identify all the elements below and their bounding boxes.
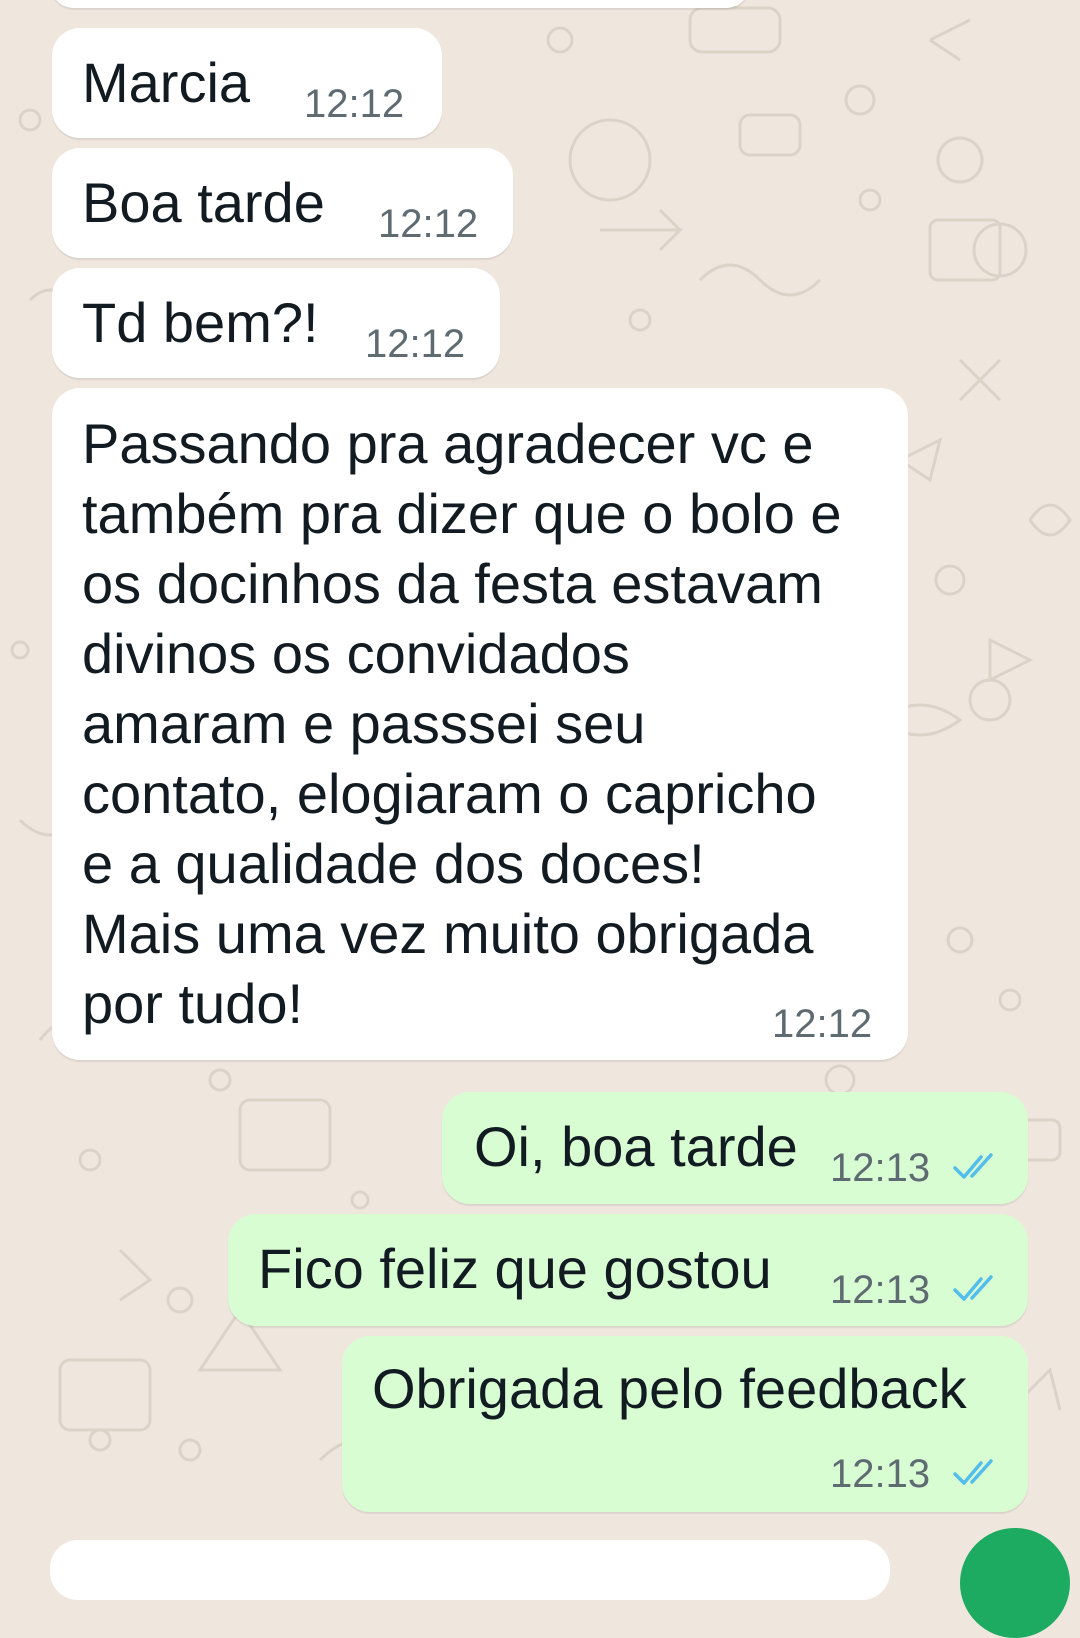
message-timestamp: 12:12 bbox=[772, 1002, 873, 1046]
message-text-line: e a qualidade dos doces! bbox=[82, 832, 705, 895]
message-text: Boa tarde bbox=[82, 171, 325, 234]
message-bubble-outgoing[interactable]: Fico feliz que gostou 12:13 bbox=[228, 1214, 1028, 1326]
message-timestamp: 12:12 bbox=[378, 202, 479, 246]
message-timestamp: 12:12 bbox=[304, 82, 405, 126]
message-bubble-incoming[interactable]: Boa tarde 12:12 bbox=[52, 148, 513, 258]
double-check-read-icon bbox=[953, 1459, 993, 1485]
message-bubble-outgoing[interactable]: Obrigada pelo feedback 12:13 bbox=[342, 1336, 1028, 1512]
message-text-line: amaram e passsei seu bbox=[82, 692, 646, 755]
message-bubble-incoming[interactable]: Passando pra agradecer vc e também pra d… bbox=[52, 388, 908, 1060]
message-bubble-incoming[interactable]: Marcia 12:12 bbox=[52, 28, 442, 138]
message-input-bar-partial[interactable] bbox=[50, 1540, 890, 1600]
send-button-partial[interactable] bbox=[960, 1528, 1070, 1638]
message-timestamp: 12:13 bbox=[830, 1146, 931, 1190]
message-text-line: por tudo! bbox=[82, 972, 304, 1035]
message-bubble-incoming[interactable]: Td bem?! 12:12 bbox=[52, 268, 500, 378]
message-text-line: Mais uma vez muito obrigada bbox=[82, 902, 814, 965]
message-text: Oi, boa tarde bbox=[474, 1115, 798, 1178]
message-text: Marcia bbox=[82, 51, 251, 114]
message-text-line: os docinhos da festa estavam bbox=[82, 552, 823, 615]
message-text-line: Passando pra agradecer vc e bbox=[82, 412, 814, 475]
previous-message-bubble-partial bbox=[50, 0, 750, 8]
double-check-read-icon bbox=[953, 1275, 993, 1301]
message-text-line: divinos os convidados bbox=[82, 622, 630, 685]
message-bubble-outgoing[interactable]: Oi, boa tarde 12:13 bbox=[442, 1092, 1028, 1204]
message-text-line: também pra dizer que o bolo e bbox=[82, 482, 842, 545]
message-timestamp: 12:12 bbox=[365, 322, 466, 366]
message-text-line: contato, elogiaram o capricho bbox=[82, 762, 817, 825]
message-timestamp: 12:13 bbox=[830, 1452, 931, 1496]
message-timestamp: 12:13 bbox=[830, 1268, 931, 1312]
message-text: Fico feliz que gostou bbox=[258, 1237, 772, 1300]
message-text: Obrigada pelo feedback bbox=[372, 1357, 967, 1420]
message-text: Td bem?! bbox=[82, 291, 319, 354]
double-check-read-icon bbox=[953, 1153, 993, 1179]
